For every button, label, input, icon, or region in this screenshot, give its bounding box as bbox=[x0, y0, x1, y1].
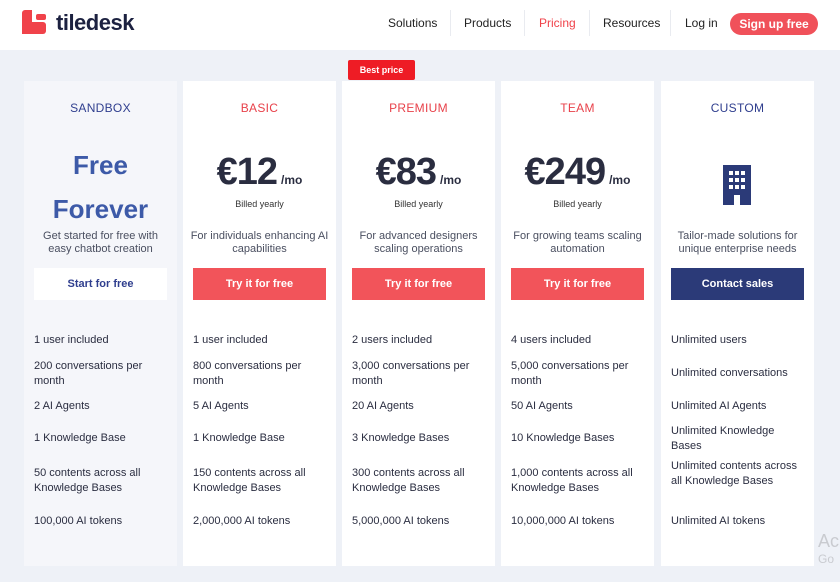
feature-ai-tokens: Unlimited AI tokens bbox=[671, 515, 766, 527]
plan-description: For growing teams scaling automation bbox=[513, 230, 642, 255]
os-activation-watermark: Ac Go bbox=[818, 531, 840, 566]
tiledesk-logo-icon bbox=[22, 10, 48, 36]
feature-users: 2 users included bbox=[352, 334, 433, 346]
feature-users: 1 user included bbox=[34, 334, 109, 346]
brand-name: tiledesk bbox=[56, 10, 134, 35]
contact-sales-button[interactable]: Contact sales bbox=[671, 268, 804, 300]
plan-name: TEAM bbox=[560, 101, 595, 115]
feature-knowledge-bases: 3 Knowledge Bases bbox=[352, 432, 450, 444]
feature-ai-tokens: 10,000,000 AI tokens bbox=[511, 515, 615, 527]
nav-item-resources[interactable]: Resources bbox=[603, 16, 660, 30]
nav-divider bbox=[524, 10, 525, 36]
plan-price: €12/mo bbox=[183, 151, 336, 194]
plan-name: SANDBOX bbox=[70, 101, 131, 115]
feature-conversations: 3,000 conversations per month bbox=[352, 360, 470, 387]
feature-users: 4 users included bbox=[511, 334, 592, 346]
try-it-for-free-button[interactable]: Try it for free bbox=[193, 268, 326, 300]
plan-card-team: TEAM €249/mo Billed yearly For growing t… bbox=[501, 81, 654, 566]
nav-item-solutions[interactable]: Solutions bbox=[388, 16, 437, 30]
price-amount: €249 bbox=[524, 151, 607, 193]
price-period: /mo bbox=[609, 173, 631, 187]
feature-ai-tokens: 5,000,000 AI tokens bbox=[352, 515, 450, 527]
nav-item-pricing[interactable]: Pricing bbox=[539, 16, 576, 30]
price-period: /mo bbox=[440, 173, 462, 187]
billing-note: Billed yearly bbox=[235, 199, 284, 209]
building-icon bbox=[723, 165, 751, 205]
plan-card-sandbox: SANDBOX Free Forever Get started for fre… bbox=[24, 81, 177, 566]
feature-users: 1 user included bbox=[193, 334, 268, 346]
feature-knowledge-bases: 1 Knowledge Base bbox=[193, 432, 285, 444]
price-period: /mo bbox=[281, 173, 303, 187]
billing-note: Billed yearly bbox=[553, 199, 602, 209]
free-forever-label: Free Forever bbox=[52, 150, 149, 224]
feature-knowledge-bases: Unlimited Knowledge Bases bbox=[671, 425, 775, 452]
price-amount: €83 bbox=[375, 151, 437, 193]
feature-ai-tokens: 2,000,000 AI tokens bbox=[193, 515, 291, 527]
feature-users: Unlimited users bbox=[671, 334, 747, 346]
nav-divider bbox=[450, 10, 451, 36]
nav-divider bbox=[670, 10, 671, 36]
feature-knowledge-bases: 1 Knowledge Base bbox=[34, 432, 126, 444]
plan-card-custom: CUSTOM Tailor-made solutions for unique … bbox=[661, 81, 814, 566]
feature-conversations: 800 conversations per month bbox=[193, 360, 302, 387]
top-navigation-bar: tiledesk Solutions Products Pricing Reso… bbox=[0, 0, 840, 50]
best-price-badge: Best price bbox=[348, 60, 415, 80]
feature-ai-agents: 50 AI Agents bbox=[511, 400, 573, 412]
start-for-free-button[interactable]: Start for free bbox=[34, 268, 167, 300]
nav-divider bbox=[589, 10, 590, 36]
brand-logo[interactable]: tiledesk bbox=[22, 10, 134, 36]
plan-card-basic: BASIC €12/mo Billed yearly For individua… bbox=[183, 81, 336, 566]
plan-description: Get started for free with easy chatbot c… bbox=[43, 230, 158, 255]
plan-name: CUSTOM bbox=[710, 101, 765, 115]
nav-item-products[interactable]: Products bbox=[464, 16, 511, 30]
feature-ai-tokens: 100,000 AI tokens bbox=[34, 515, 123, 527]
try-it-for-free-button[interactable]: Try it for free bbox=[352, 268, 485, 300]
plan-description: Tailor-made solutions for unique enterpr… bbox=[677, 230, 798, 255]
plan-name: BASIC bbox=[240, 101, 279, 115]
feature-ai-agents: Unlimited AI Agents bbox=[671, 400, 767, 412]
nav-item-login[interactable]: Log in bbox=[685, 16, 718, 30]
plan-description: For individuals enhancing AI capabilitie… bbox=[190, 230, 329, 255]
feature-contents: 50 contents across all Knowledge Bases bbox=[34, 467, 141, 494]
feature-ai-agents: 5 AI Agents bbox=[193, 400, 249, 412]
feature-conversations: 5,000 conversations per month bbox=[511, 360, 629, 387]
plan-price: €83/mo bbox=[342, 151, 495, 194]
feature-conversations: 200 conversations per month bbox=[34, 360, 143, 387]
plan-name: PREMIUM bbox=[389, 101, 448, 115]
price-amount: €12 bbox=[216, 151, 278, 193]
feature-conversations: Unlimited conversations bbox=[671, 367, 788, 379]
plan-description: For advanced designers scaling operation… bbox=[359, 230, 478, 255]
feature-knowledge-bases: 10 Knowledge Bases bbox=[511, 432, 615, 444]
feature-ai-agents: 20 AI Agents bbox=[352, 400, 414, 412]
feature-contents: 1,000 contents across all Knowledge Base… bbox=[511, 467, 633, 494]
feature-ai-agents: 2 AI Agents bbox=[34, 400, 90, 412]
signup-button[interactable]: Sign up free bbox=[730, 13, 818, 35]
plan-price: €249/mo bbox=[501, 151, 654, 194]
try-it-for-free-button[interactable]: Try it for free bbox=[511, 268, 644, 300]
billing-note: Billed yearly bbox=[394, 199, 443, 209]
feature-contents: 300 contents across all Knowledge Bases bbox=[352, 467, 465, 494]
plan-card-premium: PREMIUM €83/mo Billed yearly For advance… bbox=[342, 81, 495, 566]
feature-contents: Unlimited contents across all Knowledge … bbox=[671, 460, 797, 487]
feature-contents: 150 contents across all Knowledge Bases bbox=[193, 467, 306, 494]
